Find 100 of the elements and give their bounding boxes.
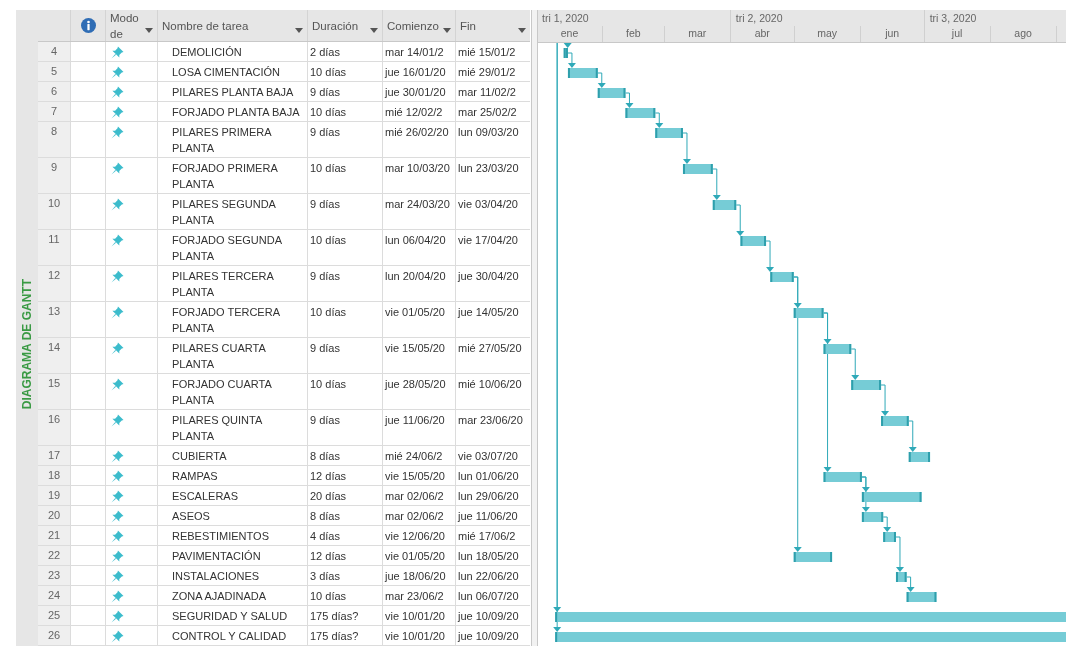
duration-text: 10 días	[310, 66, 347, 78]
dependency-arrow	[682, 132, 691, 164]
month-label: abr	[729, 26, 794, 42]
duration-text: 2 días	[310, 46, 340, 58]
row-number: 4	[38, 42, 70, 61]
task-bar[interactable]	[895, 572, 907, 582]
row-number: 18	[38, 466, 70, 485]
start-date: lun 06/04/20	[385, 234, 446, 246]
task-name: ZONA AJADINADA	[172, 590, 267, 602]
task-name: INSTALACIONES	[172, 570, 260, 582]
task-bar[interactable]	[906, 592, 937, 602]
task-name: CUBIERTA	[172, 450, 227, 462]
start-date: mié 26/02/20	[385, 126, 449, 138]
task-name: FORJADO CUARTA PLANTA	[172, 378, 272, 406]
caret-icon	[295, 28, 303, 33]
task-bar[interactable]	[793, 308, 824, 318]
finish-date: jue 10/09/20	[458, 630, 519, 642]
month-label: ago	[989, 26, 1056, 42]
dependency-arrow	[712, 168, 721, 200]
duration-text: 3 días	[310, 570, 340, 582]
column-header[interactable]: Duración	[307, 10, 382, 41]
duration-text: 9 días	[310, 86, 340, 98]
duration-text: 9 días	[310, 342, 340, 354]
duration-text: 12 días	[310, 470, 347, 482]
finish-date: jue 14/05/20	[458, 306, 519, 318]
finish-date: jue 10/09/20	[458, 610, 519, 622]
task-name: ASEOS	[172, 510, 210, 522]
pin-icon	[111, 234, 124, 247]
start-date: mié 12/02/2	[385, 106, 443, 118]
task-bar[interactable]	[861, 492, 922, 502]
column-header[interactable]: Modo de	[105, 10, 157, 41]
task-bar[interactable]	[883, 532, 896, 542]
task-bar[interactable]	[740, 236, 767, 246]
pin-icon	[111, 46, 124, 59]
task-bar[interactable]	[908, 452, 931, 462]
pin-icon	[111, 630, 124, 643]
task-bar[interactable]	[861, 512, 884, 522]
start-date: mar 23/06/2	[385, 590, 444, 602]
row-number: 7	[38, 102, 70, 121]
finish-date: lun 09/03/20	[458, 126, 519, 138]
task-bar[interactable]	[597, 88, 626, 98]
pane-splitter[interactable]	[531, 10, 538, 646]
task-name: PILARES TERCERA PLANTA	[172, 270, 274, 298]
duration-text: 9 días	[310, 270, 340, 282]
view-label: DIAGRAMA DE GANTT	[20, 278, 34, 410]
task-bar[interactable]	[563, 48, 568, 58]
column-header[interactable]: Fin	[455, 10, 530, 41]
task-bar[interactable]	[712, 200, 737, 210]
pin-icon	[111, 162, 124, 175]
pin-icon	[111, 590, 124, 603]
row-number: 22	[38, 546, 70, 565]
start-date: jue 16/01/20	[385, 66, 446, 78]
pin-icon	[111, 610, 124, 623]
task-bar[interactable]	[823, 344, 852, 354]
pin-icon	[111, 530, 124, 543]
task-bar[interactable]	[770, 272, 794, 282]
start-date: mié 24/06/2	[385, 450, 443, 462]
duration-text: 10 días	[310, 106, 347, 118]
task-bar[interactable]	[793, 552, 833, 562]
task-bar[interactable]	[881, 416, 909, 426]
row-number: 12	[38, 266, 70, 301]
finish-date: jue 11/06/20	[458, 510, 518, 522]
start-date: mar 02/06/2	[385, 510, 444, 522]
dependency-arrow	[850, 348, 860, 380]
finish-date: mar 23/06/20	[458, 414, 523, 426]
row-number: 24	[38, 586, 70, 605]
finish-date: lun 01/06/20	[458, 470, 519, 482]
duration-text: 10 días	[310, 590, 347, 602]
dependency-arrow	[906, 576, 915, 592]
task-name: PILARES SEGUNDA PLANTA	[172, 198, 276, 226]
task-bar[interactable]	[625, 108, 656, 118]
task-bar[interactable]	[682, 164, 713, 174]
duration-text: 175 días?	[310, 610, 359, 622]
task-bar[interactable]	[851, 380, 882, 390]
row-number: 9	[38, 158, 70, 193]
start-date: vie 15/05/20	[385, 470, 445, 482]
finish-date: mié 29/01/2	[458, 66, 516, 78]
task-name: RAMPAS	[172, 470, 218, 482]
pin-icon	[111, 198, 124, 211]
finish-date: mar 25/02/2	[458, 106, 517, 118]
task-name: FORJADO TERCERA PLANTA	[172, 306, 280, 334]
duration-text: 9 días	[310, 198, 340, 210]
task-bar[interactable]	[655, 128, 683, 138]
task-bar[interactable]	[823, 472, 862, 482]
column-header[interactable]: Nombre de tarea	[157, 10, 307, 41]
duration-text: 12 días	[310, 550, 347, 562]
task-name: PILARES PRIMERA PLANTA	[172, 126, 272, 154]
start-date: mar 24/03/20	[385, 198, 450, 210]
finish-date: mié 15/01/2	[458, 46, 516, 58]
task-bar[interactable]	[567, 68, 598, 78]
duration-text: 9 días	[310, 414, 340, 426]
duration-text: 10 días	[310, 306, 347, 318]
start-date: vie 12/06/20	[385, 530, 445, 542]
row-number: 26	[38, 626, 70, 645]
dependency-arrow	[597, 72, 606, 88]
finish-date: vie 03/04/20	[458, 198, 518, 210]
dependency-arrow	[567, 52, 576, 68]
pin-icon	[111, 126, 124, 139]
caret-icon	[370, 28, 378, 33]
column-header[interactable]: Comienzo	[382, 10, 455, 41]
